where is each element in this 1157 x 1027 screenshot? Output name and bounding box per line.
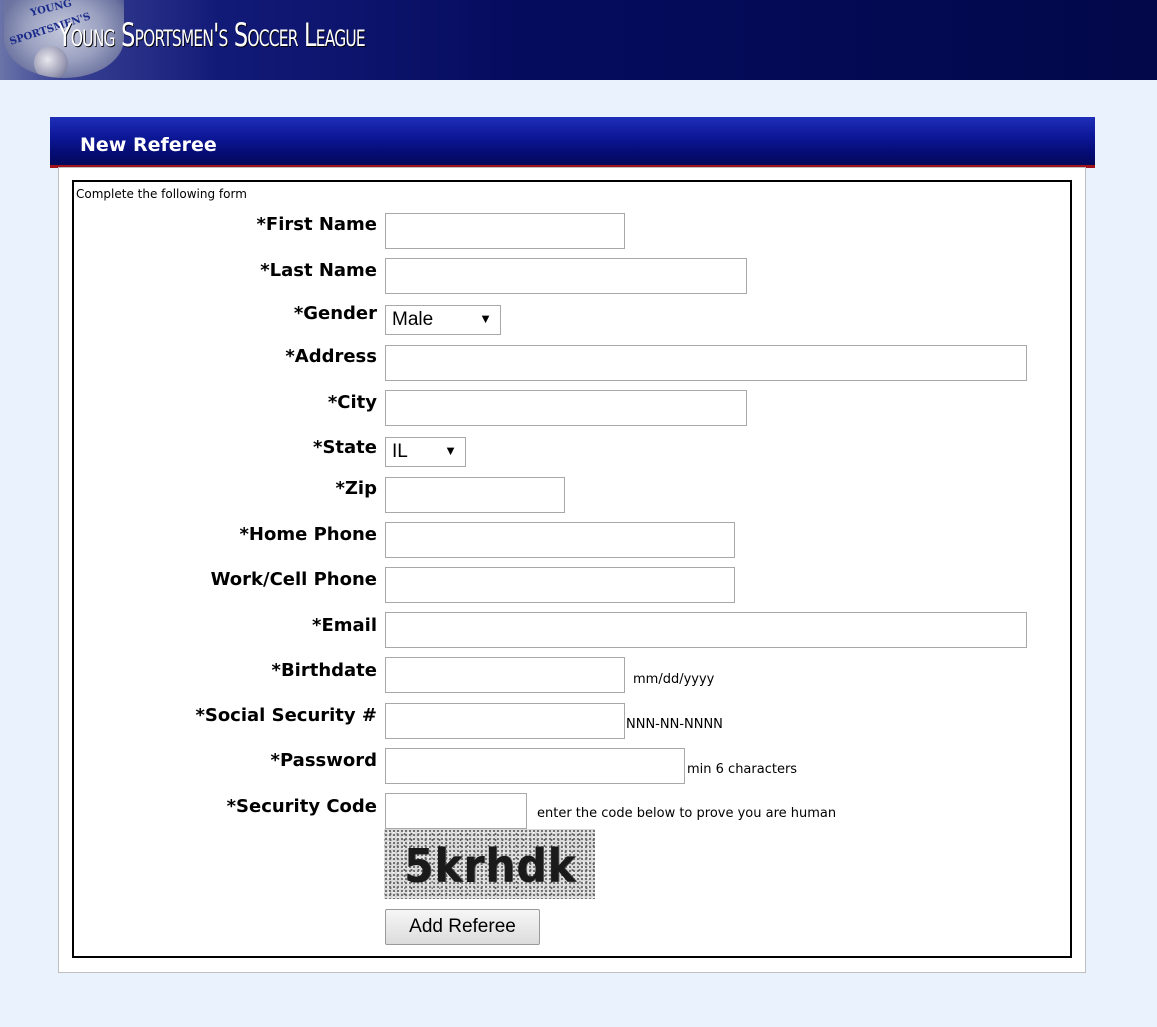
password-field[interactable] [385, 748, 685, 784]
state-selected-value: IL [392, 441, 408, 462]
security-code-hint: enter the code below to prove you are hu… [537, 806, 837, 821]
ssn-field[interactable] [385, 703, 625, 739]
form-intro: Complete the following form [76, 187, 247, 201]
home-phone-label: *Home Phone [239, 524, 377, 545]
captcha-image: 5krhdk [384, 829, 595, 899]
password-hint: min 6 characters [687, 762, 798, 777]
site-banner: YOUNG SPORTSMEN'S Young Sportsmen's Socc… [0, 0, 1157, 80]
gender-selected-value: Male [392, 309, 434, 330]
birthdate-hint: mm/dd/yyyy [633, 672, 715, 687]
captcha-text: 5krhdk [404, 839, 577, 893]
password-label: *Password [270, 750, 377, 771]
ssn-hint: NNN-NN-NNNN [626, 717, 723, 732]
gender-label: *Gender [293, 303, 377, 324]
last-name-field[interactable] [385, 258, 747, 294]
panel-title: New Referee [80, 134, 217, 156]
address-field[interactable] [385, 345, 1027, 381]
security-code-field[interactable] [385, 793, 527, 829]
home-phone-field[interactable] [385, 522, 735, 558]
ssn-label: *Social Security # [195, 705, 377, 726]
state-select[interactable]: IL ▼ [385, 437, 466, 467]
first-name-field[interactable] [385, 213, 625, 249]
email-label: *Email [312, 615, 377, 636]
birthdate-field[interactable] [385, 657, 625, 693]
last-name-label: *Last Name [260, 260, 377, 281]
site-title: Young Sportsmen's Soccer League [58, 16, 366, 54]
birthdate-label: *Birthdate [271, 660, 377, 681]
work-cell-phone-label: Work/Cell Phone [210, 569, 377, 590]
city-field[interactable] [385, 390, 747, 426]
chevron-down-icon: ▼ [479, 311, 492, 326]
city-label: *City [327, 392, 377, 413]
zip-label: *Zip [335, 478, 377, 499]
address-label: *Address [285, 346, 377, 367]
chevron-down-icon: ▼ [444, 443, 457, 458]
add-referee-button[interactable]: Add Referee [385, 909, 540, 945]
email-field[interactable] [385, 612, 1027, 648]
security-code-label: *Security Code [226, 796, 377, 817]
state-label: *State [313, 437, 377, 458]
work-cell-phone-field[interactable] [385, 567, 735, 603]
panel-header: New Referee [50, 117, 1095, 168]
first-name-label: *First Name [256, 214, 377, 235]
zip-field[interactable] [385, 477, 565, 513]
gender-select[interactable]: Male ▼ [385, 305, 501, 335]
